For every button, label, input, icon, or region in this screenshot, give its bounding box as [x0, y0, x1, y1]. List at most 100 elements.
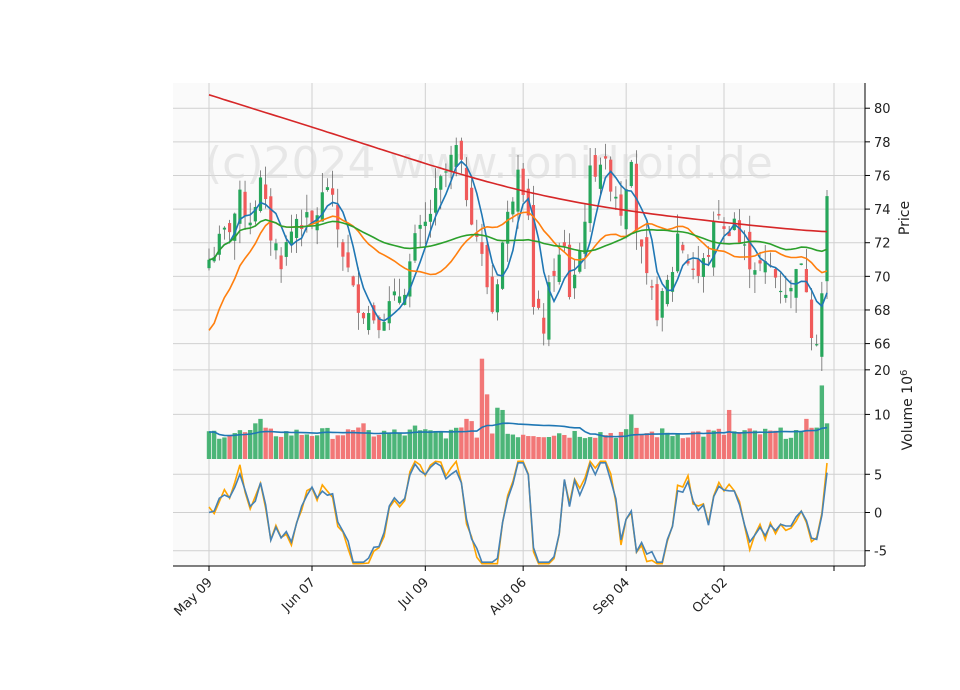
candle-body-44	[434, 188, 438, 213]
x-tick-label-4: Sep 04	[590, 575, 633, 618]
candle-body-29	[356, 284, 360, 313]
candle-body-69	[562, 242, 566, 247]
candle-body-104	[743, 244, 747, 246]
candle-body-8	[248, 222, 252, 226]
volume-bar-1	[211, 430, 217, 459]
volume-bar-117	[809, 427, 814, 459]
volume-bar-25	[335, 435, 340, 459]
candle-body-120	[825, 196, 829, 282]
volume-bar-63	[531, 436, 536, 459]
x-tick-label-0: May 09	[172, 575, 216, 619]
candle-body-58	[506, 211, 510, 244]
candle-body-35	[387, 301, 391, 324]
volume-bar-74	[587, 437, 593, 459]
candle-body-86	[650, 286, 654, 288]
volume-bar-98	[711, 430, 716, 459]
volume-bar-109	[768, 430, 773, 459]
candle-body-96	[701, 258, 705, 277]
volume-bar-14	[278, 436, 284, 459]
volume-bar-94	[690, 431, 696, 459]
volume-bar-60	[515, 437, 521, 459]
volume-bar-61	[520, 434, 526, 459]
osc-0-tick-label: 0	[874, 507, 882, 522]
volume-bar-0	[206, 431, 212, 459]
candle-body-56	[495, 284, 499, 313]
candle-body-16	[289, 231, 293, 244]
candle-body-43	[428, 213, 433, 222]
candle-body-118	[815, 344, 819, 346]
volume-bar-112	[783, 438, 788, 459]
volume-bar-47	[448, 429, 454, 459]
candle-body-65	[542, 317, 546, 334]
candle-body-72	[578, 250, 582, 272]
price-78-tick-label: 78	[874, 136, 891, 151]
volume-bar-93	[685, 437, 691, 459]
volume-bar-15	[284, 431, 289, 459]
volume-bar-50	[464, 418, 469, 459]
candle-body-113	[789, 287, 793, 292]
candle-body-15	[284, 242, 288, 257]
volume-bar-84	[639, 434, 644, 459]
candle-body-49	[459, 140, 463, 160]
volume-bar-56	[495, 407, 500, 459]
volume-bar-10	[258, 418, 263, 459]
price-72-tick-label: 72	[874, 237, 891, 252]
volume-bar-65	[541, 437, 546, 459]
candle-body-0	[207, 259, 211, 269]
volume-bar-7	[242, 432, 248, 459]
candle-body-68	[557, 254, 561, 282]
volume-bar-57	[500, 409, 505, 459]
candle-body-106	[753, 270, 757, 275]
candle-body-3	[222, 227, 227, 230]
price-74-tick-label: 74	[874, 203, 891, 218]
candle-body-74	[588, 165, 592, 224]
volume-bar-71	[572, 430, 577, 459]
candle-body-55	[490, 276, 494, 312]
candle-body-40	[413, 233, 417, 261]
candle-body-45	[439, 176, 443, 190]
candle-body-30	[361, 312, 366, 319]
volume-bar-67	[551, 435, 557, 459]
volume-bar-39	[407, 429, 413, 459]
candle-body-91	[676, 233, 680, 272]
candle-body-50	[464, 167, 469, 201]
volume-bar-64	[536, 437, 541, 459]
volume-bar-116	[804, 418, 809, 459]
volume-axis-title: Volume 106	[899, 370, 917, 451]
volume-bar-35	[387, 432, 392, 459]
volume-bar-45	[438, 432, 443, 459]
volume-bar-46	[443, 438, 449, 459]
volume-bar-92	[680, 438, 685, 459]
volume-bar-24	[330, 438, 335, 459]
volume-bar-37	[397, 432, 402, 459]
candle-body-57	[500, 242, 505, 289]
volume-bar-114	[793, 430, 799, 459]
volume-bar-33	[376, 434, 382, 459]
volume-bar-107	[757, 434, 763, 459]
candle-body-112	[784, 294, 788, 298]
volume-bar-108	[763, 428, 768, 459]
volume-bar-16	[289, 435, 294, 459]
volume-bar-17	[294, 429, 299, 459]
volume-bar-113	[788, 437, 794, 459]
volume-bar-119	[819, 385, 825, 459]
price-80-tick-label: 80	[874, 102, 891, 117]
osc--5-tick-label: -5	[874, 545, 887, 560]
candle-body-71	[573, 274, 577, 289]
candle-body-42	[423, 221, 427, 227]
volume-bar-88	[660, 428, 665, 459]
volume-bar-68	[557, 433, 562, 459]
volume-bar-36	[392, 429, 397, 459]
candle-body-13	[274, 243, 278, 251]
volume-bar-21	[314, 435, 320, 459]
volume-bar-59	[510, 434, 516, 459]
candle-body-48	[454, 145, 458, 167]
candle-body-11	[264, 184, 268, 200]
x-tick-label-2: Jul 09	[395, 575, 432, 612]
volume-bar-43	[428, 430, 433, 459]
volume-bar-101	[726, 409, 732, 459]
candle-body-36	[392, 291, 396, 296]
volume-bar-97	[706, 429, 711, 459]
volume-bar-12	[268, 428, 273, 459]
volume-bar-2	[217, 438, 222, 459]
